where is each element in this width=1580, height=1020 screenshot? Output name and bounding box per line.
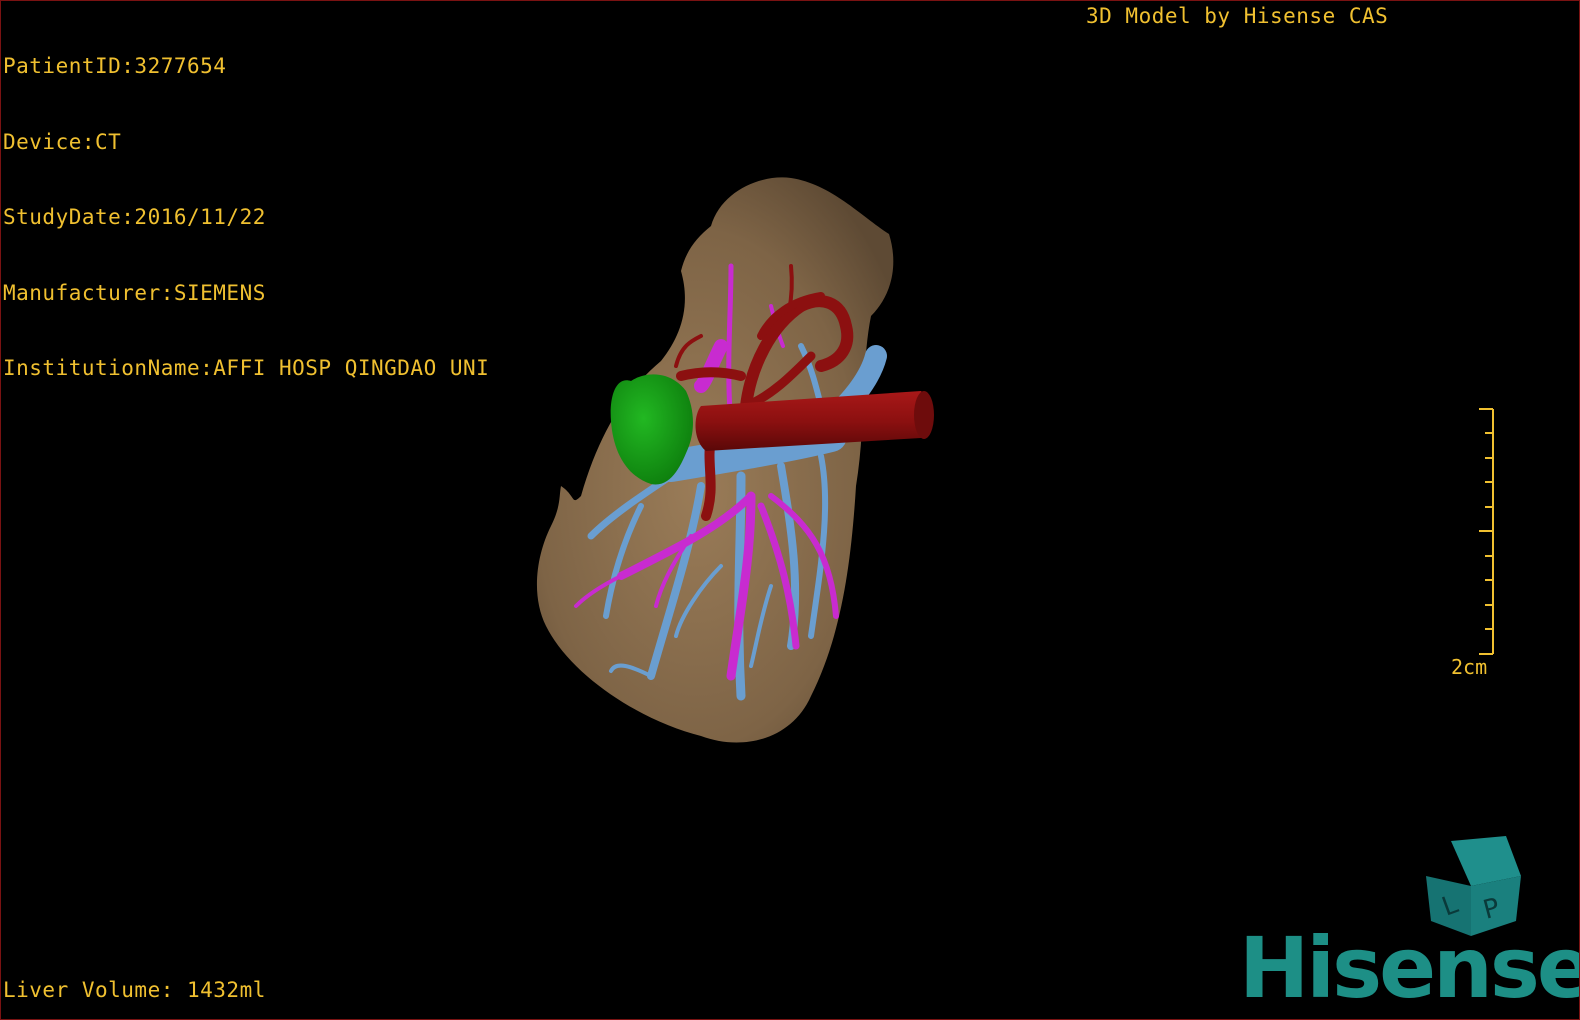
scale-bar	[1479, 408, 1494, 655]
study-date-label: StudyDate:2016/11/22	[3, 205, 266, 229]
dicom-info-overlay: PatientID:3277654 Device:CT StudyDate:20…	[3, 4, 489, 432]
device-label: Device:CT	[3, 129, 122, 154]
hisense-logo: Hisense	[1239, 919, 1580, 1017]
liver-volume-label: Liver Volume: 1432ml	[3, 978, 266, 1002]
institution-label: InstitutionName:AFFI HOSP QINGDAO UNI	[3, 356, 490, 380]
model-credit-label: 3D Model by Hisense CAS	[1086, 4, 1389, 28]
manufacturer-label: Manufacturer:SIEMENS	[3, 280, 266, 305]
scale-label: 2cm	[1451, 655, 1488, 679]
patient-id-label: PatientID:3277654	[3, 54, 227, 78]
3d-viewport[interactable]: PatientID:3277654 Device:CT StudyDate:20…	[0, 0, 1580, 1020]
liver-3d-model[interactable]	[521, 166, 961, 766]
